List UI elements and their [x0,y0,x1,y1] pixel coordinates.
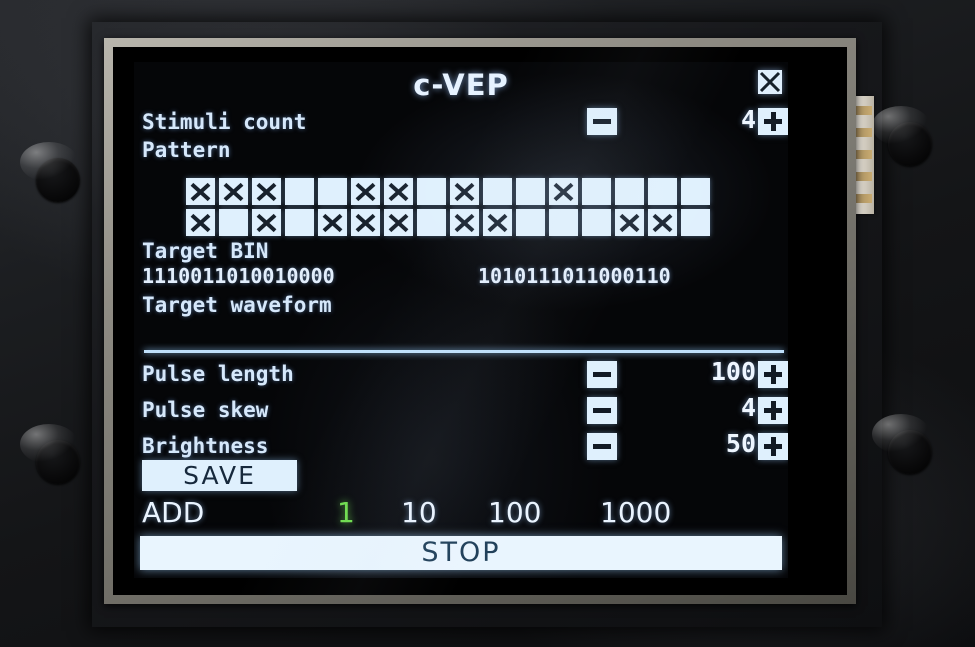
pattern-cell-1-5[interactable] [351,209,380,236]
add-step-1000[interactable]: 1000 [600,496,671,529]
pattern-cell-0-3[interactable] [285,178,314,205]
pattern-cell-1-0[interactable] [186,209,215,236]
target-bin-right-value: 1010111011000110 [478,264,671,288]
brightness-value: 50 [725,429,756,458]
pattern-cell-1-13[interactable] [615,209,644,236]
stop-button[interactable]: STOP [140,536,782,570]
pattern-cell-0-9[interactable] [483,178,512,205]
pattern-cell-0-6[interactable] [384,178,413,205]
pattern-cell-1-7[interactable] [417,209,446,236]
brightness-plus-button[interactable] [758,433,788,460]
pattern-cell-1-14[interactable] [648,209,677,236]
target-bin-label: Target BIN [142,239,269,263]
mounting-hole-bottom-right [872,414,932,474]
mounting-hole-bottom-left [20,424,80,484]
pattern-cell-1-9[interactable] [483,209,512,236]
device-photo-background: c-VEP Stimuli count 4 Pattern Target BIN… [0,0,975,647]
pulse-length-label: Pulse length [142,362,294,386]
section-divider [144,350,784,353]
add-label: ADD [142,496,205,529]
minus-icon [593,444,611,449]
pattern-cell-1-15[interactable] [681,209,710,236]
pattern-cell-1-8[interactable] [450,209,479,236]
pattern-cell-0-12[interactable] [582,178,611,205]
save-button[interactable]: SAVE [142,460,297,491]
pattern-cell-0-7[interactable] [417,178,446,205]
pattern-cell-0-1[interactable] [219,178,248,205]
pattern-cell-1-10[interactable] [516,209,545,236]
plus-icon-vertical [770,437,776,456]
pattern-row [186,209,710,236]
plus-icon-vertical [770,112,776,131]
pattern-cell-1-3[interactable] [285,209,314,236]
pattern-row [186,178,710,205]
pulse-skew-value: 4 [740,393,756,422]
pattern-cell-0-8[interactable] [450,178,479,205]
stimuli-count-value: 4 [740,105,756,134]
cvep-settings-screen: c-VEP Stimuli count 4 Pattern Target BIN… [134,62,788,578]
pulse-length-minus-button[interactable] [587,361,617,388]
pattern-cell-0-4[interactable] [318,178,347,205]
pattern-cell-0-2[interactable] [252,178,281,205]
pattern-cell-0-0[interactable] [186,178,215,205]
pattern-cell-1-11[interactable] [549,209,578,236]
stimuli-count-minus-button[interactable] [587,108,617,135]
pattern-label: Pattern [142,138,231,162]
page-title: c-VEP [413,68,509,102]
brightness-label: Brightness [142,434,269,458]
pattern-cell-0-14[interactable] [648,178,677,205]
pulse-length-plus-button[interactable] [758,361,788,388]
add-step-1[interactable]: 1 [337,496,355,529]
add-step-10[interactable]: 10 [401,496,437,529]
add-step-100[interactable]: 100 [488,496,541,529]
stimuli-count-plus-button[interactable] [758,108,788,135]
pulse-length-value: 100 [710,357,756,386]
pulse-skew-plus-button[interactable] [758,397,788,424]
target-waveform-label: Target waveform [142,293,332,317]
pulse-skew-label: Pulse skew [142,398,269,422]
stimuli-count-label: Stimuli count [142,110,307,134]
pattern-cell-1-1[interactable] [219,209,248,236]
minus-icon [593,119,611,124]
pattern-cell-0-11[interactable] [549,178,578,205]
pattern-cell-1-12[interactable] [582,209,611,236]
mounting-hole-top-left [20,142,80,202]
minus-icon [593,372,611,377]
pulse-skew-minus-button[interactable] [587,397,617,424]
mounting-hole-top-right [872,106,932,166]
pattern-cell-1-4[interactable] [318,209,347,236]
pattern-cell-0-10[interactable] [516,178,545,205]
minus-icon [593,408,611,413]
target-bin-left-value: 1110011010010000 [142,264,335,288]
pattern-cell-0-5[interactable] [351,178,380,205]
pattern-cell-1-2[interactable] [252,209,281,236]
close-x-icon[interactable] [758,70,782,94]
pattern-cell-0-13[interactable] [615,178,644,205]
plus-icon-vertical [770,401,776,420]
pattern-cell-0-15[interactable] [681,178,710,205]
pattern-cell-1-6[interactable] [384,209,413,236]
brightness-minus-button[interactable] [587,433,617,460]
plus-icon-vertical [770,365,776,384]
